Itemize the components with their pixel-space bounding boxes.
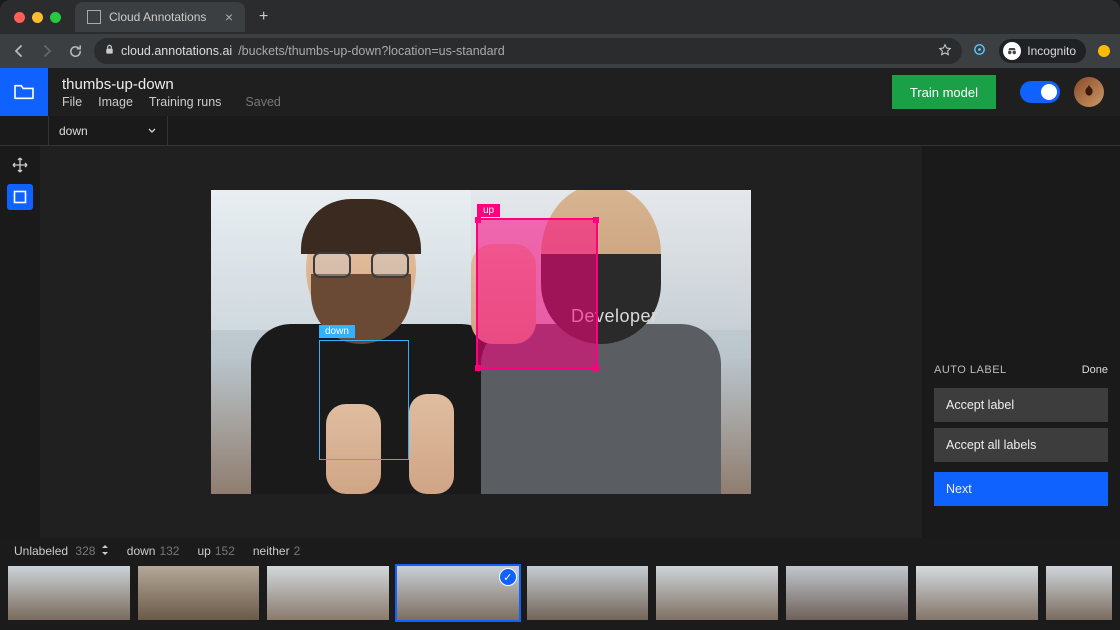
bbox-up[interactable]: up	[476, 218, 598, 370]
thumbnail[interactable]	[656, 566, 778, 620]
autolabel-panel: AUTO LABEL Done Accept label Accept all …	[922, 146, 1120, 538]
incognito-label: Incognito	[1027, 44, 1076, 58]
lock-icon	[104, 44, 115, 58]
extension-icon[interactable]	[972, 42, 987, 60]
incognito-badge[interactable]: Incognito	[999, 39, 1086, 63]
filter-neither[interactable]: neither2	[253, 544, 300, 558]
save-status: Saved	[245, 95, 280, 109]
menu-training-runs[interactable]: Training runs	[149, 95, 222, 109]
bbox-down-label: down	[319, 325, 355, 338]
box-tool[interactable]	[7, 184, 33, 210]
tool-rail	[0, 146, 40, 538]
back-button[interactable]	[10, 43, 28, 59]
filter-up[interactable]: up152	[197, 544, 234, 558]
tab-bar: Cloud Annotations × +	[0, 0, 1120, 34]
train-model-button[interactable]: Train model	[892, 75, 996, 109]
main-area: Developer down up AUTO LABEL Done Accept…	[0, 146, 1120, 538]
app-header: thumbs-up-down File Image Training runs …	[0, 68, 1120, 116]
label-row: down	[0, 116, 1120, 146]
thumbnail-strip[interactable]: ✓	[0, 564, 1120, 622]
profile-avatar-icon[interactable]	[1098, 45, 1110, 57]
thumbnail[interactable]	[1046, 566, 1113, 620]
address-bar[interactable]: cloud.annotations.ai/buckets/thumbs-up-d…	[94, 38, 962, 64]
menu-file[interactable]: File	[62, 95, 82, 109]
next-button[interactable]: Next	[934, 472, 1108, 506]
menu-image[interactable]: Image	[98, 95, 133, 109]
thumbnail[interactable]	[916, 566, 1038, 620]
tab-favicon-icon	[87, 10, 101, 24]
canvas[interactable]: Developer down up	[40, 146, 922, 538]
filter-down[interactable]: down132	[127, 544, 180, 558]
thumbnail[interactable]	[8, 566, 130, 620]
label-dropdown-value: down	[59, 124, 88, 138]
autolabel-status: Done	[1082, 364, 1108, 376]
autolabel-toggle[interactable]	[1020, 81, 1060, 103]
thumbnail[interactable]	[138, 566, 260, 620]
url-host: cloud.annotations.ai	[121, 44, 232, 58]
minimize-window-icon[interactable]	[32, 12, 43, 23]
browser-chrome: Cloud Annotations × + cloud.annotations.…	[0, 0, 1120, 68]
check-icon: ✓	[499, 568, 517, 586]
tab-title: Cloud Annotations	[109, 10, 206, 24]
accept-all-labels-button[interactable]: Accept all labels	[934, 428, 1108, 462]
move-tool[interactable]	[7, 152, 33, 178]
thumbnail[interactable]	[786, 566, 908, 620]
sort-icon	[101, 544, 109, 558]
image-preview: Developer down up	[211, 190, 751, 494]
bookmark-star-icon[interactable]	[938, 43, 952, 60]
label-dropdown[interactable]: down	[48, 116, 168, 146]
thumbnail[interactable]	[267, 566, 389, 620]
chevron-down-icon	[147, 124, 157, 138]
close-window-icon[interactable]	[14, 12, 25, 23]
maximize-window-icon[interactable]	[50, 12, 61, 23]
autolabel-title: AUTO LABEL	[934, 364, 1007, 376]
filter-row: Unlabeled 328 down132 up152 neither2	[0, 538, 1120, 564]
bucket-icon[interactable]	[0, 68, 48, 116]
page-title: thumbs-up-down	[62, 76, 281, 93]
new-tab-button[interactable]: +	[253, 8, 274, 26]
reload-button[interactable]	[66, 44, 84, 59]
accept-label-button[interactable]: Accept label	[934, 388, 1108, 422]
browser-tab[interactable]: Cloud Annotations ×	[75, 2, 245, 32]
footer: Unlabeled 328 down132 up152 neither2 ✓	[0, 538, 1120, 630]
user-avatar[interactable]	[1074, 77, 1104, 107]
url-path: /buckets/thumbs-up-down?location=us-stan…	[238, 44, 504, 58]
close-tab-icon[interactable]: ×	[225, 9, 233, 25]
bbox-down[interactable]: down	[319, 340, 409, 460]
address-row: cloud.annotations.ai/buckets/thumbs-up-d…	[0, 34, 1120, 68]
window-controls	[8, 12, 67, 23]
incognito-icon	[1003, 42, 1021, 60]
forward-button[interactable]	[38, 43, 56, 59]
bbox-up-label: up	[477, 204, 500, 217]
thumbnail[interactable]	[527, 566, 649, 620]
thumbnail-selected[interactable]: ✓	[397, 566, 519, 620]
filter-unlabeled[interactable]: Unlabeled 328	[14, 544, 109, 558]
